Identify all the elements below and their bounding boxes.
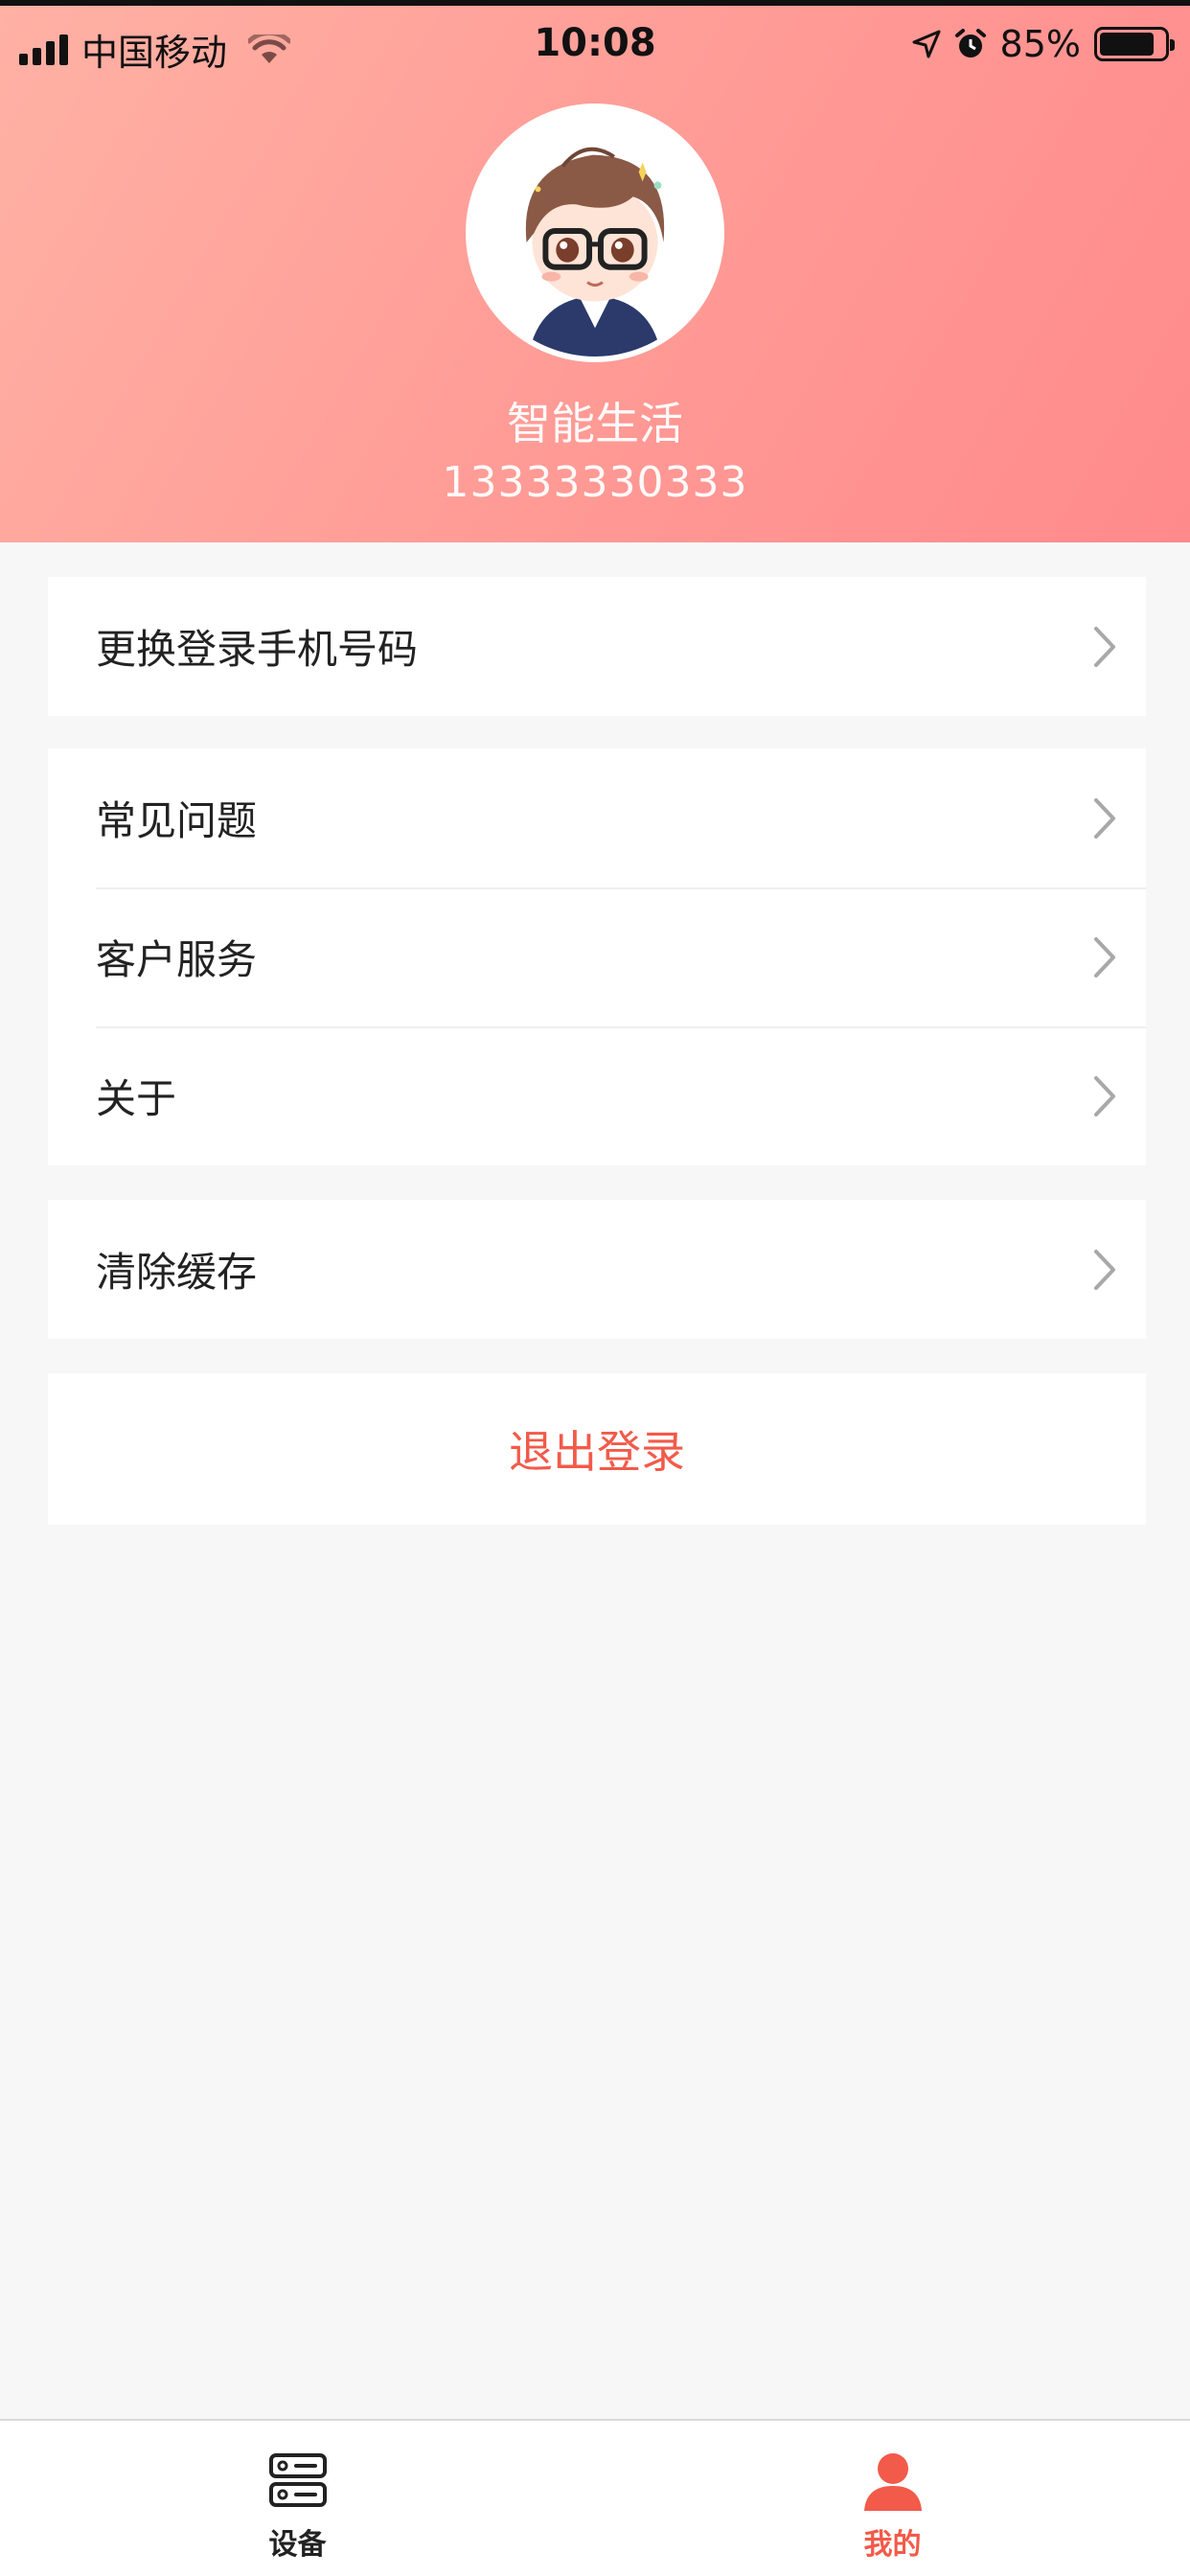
status-right: 85% [912,23,1175,65]
chevron-right-icon [1094,936,1115,978]
logout-button[interactable]: 退出登录 [48,1373,1146,1525]
device-icon [268,2453,327,2507]
profile-header: 中国移动 10:08 85% 智能生活 13333330333 [0,0,1190,542]
menu-item-clear-cache[interactable]: 清除缓存 [48,1200,1146,1339]
avatar[interactable] [466,104,724,362]
tab-devices[interactable]: 设备 [0,2421,595,2576]
settings-group-account: 更换登录手机号码 [48,577,1146,716]
chevron-right-icon [1094,797,1115,839]
tab-mine[interactable]: 我的 [595,2421,1190,2576]
menu-item-label: 清除缓存 [96,1249,258,1296]
profile-name: 智能生活 [507,398,683,449]
chevron-right-icon [1094,626,1115,667]
location-arrow-icon [912,30,941,58]
tab-bar: 设备 我的 [0,2419,1190,2576]
chevron-right-icon [1094,1075,1115,1116]
alarm-icon [954,29,986,58]
menu-item-change-phone[interactable]: 更换登录手机号码 [48,577,1146,716]
battery-percent: 85% [999,23,1081,65]
battery-fill [1100,33,1155,56]
battery-icon [1094,27,1175,61]
menu-item-label: 客户服务 [96,936,258,983]
status-bar: 中国移动 10:08 85% [0,12,1190,75]
menu-item-faq[interactable]: 常见问题 [48,748,1146,887]
menu-item-label: 关于 [96,1075,177,1122]
avatar-illustration [471,109,719,356]
menu-item-customer-service[interactable]: 客户服务 [48,887,1146,1026]
menu-item-label: 常见问题 [96,797,258,844]
page: 中国移动 10:08 85% 智能生活 13333330333 更换登录手机号码… [0,0,1190,2576]
settings-group-cache: 清除缓存 [48,1200,1146,1339]
settings-group-help: 常见问题 客户服务 关于 [48,748,1146,1165]
menu-item-about[interactable]: 关于 [48,1026,1146,1165]
tab-label: 设备 [268,2528,327,2562]
tab-label: 我的 [863,2528,922,2562]
user-icon [863,2453,922,2511]
menu-item-label: 更换登录手机号码 [96,626,419,673]
chevron-right-icon [1094,1249,1115,1290]
profile-phone: 13333330333 [442,458,748,507]
